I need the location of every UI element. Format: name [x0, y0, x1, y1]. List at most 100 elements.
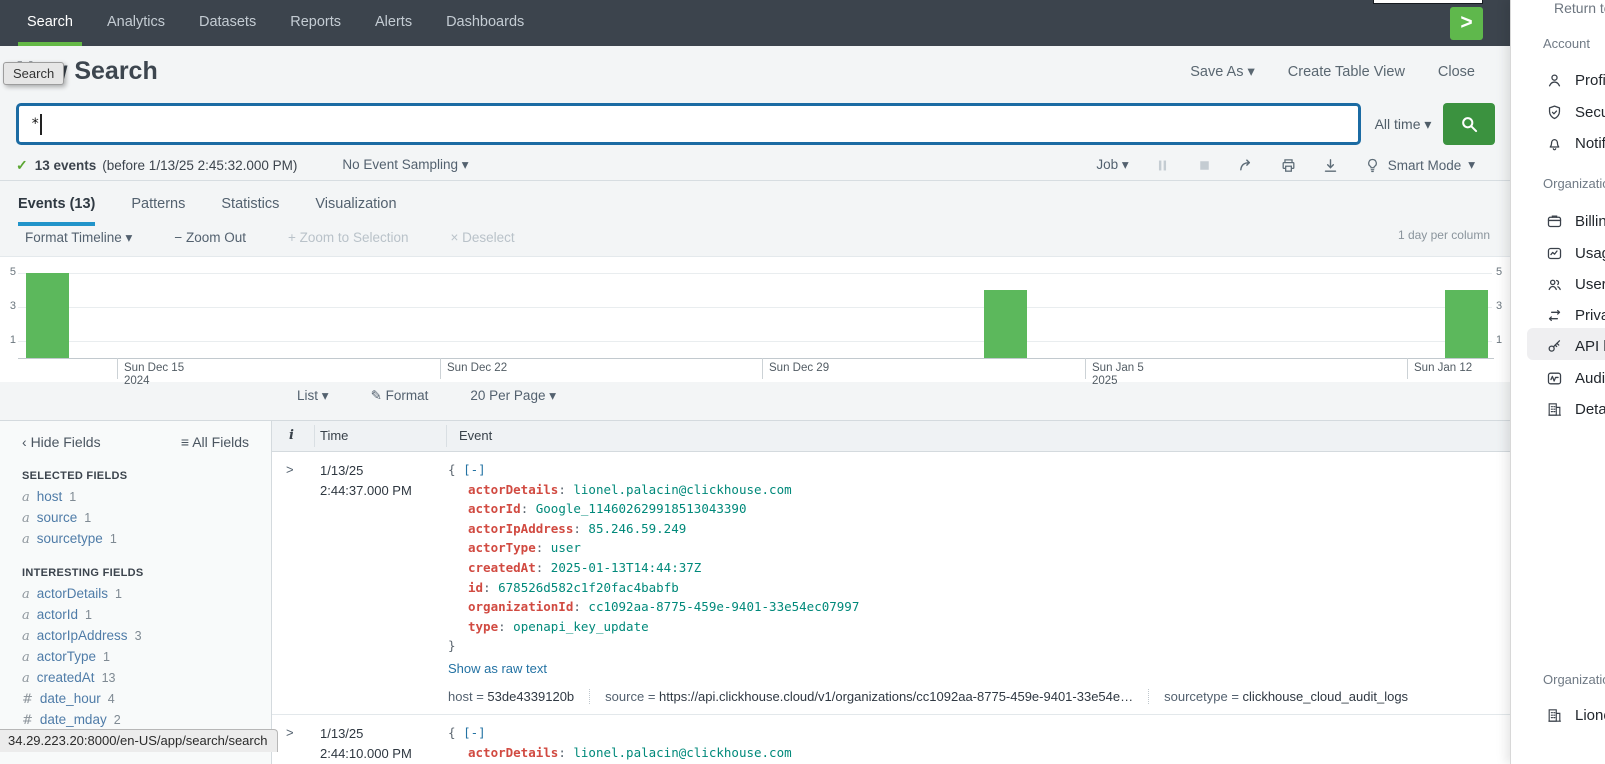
sidebar-item-security[interactable]: Security — [1546, 100, 1605, 124]
show-raw-text-link[interactable]: Show as raw text — [448, 661, 1494, 676]
deselect-button[interactable]: × Deselect — [450, 230, 514, 246]
job-controls: Job ▾ Smart Mode ▾ — [1096, 157, 1475, 174]
all-fields-button[interactable]: ≡ All Fields — [181, 434, 249, 450]
share-icon[interactable] — [1238, 157, 1255, 174]
tab-visualization[interactable]: Visualization — [315, 182, 396, 226]
meta-host[interactable]: host = 53de4339120b — [448, 689, 589, 704]
chevron-down-icon: ▾ — [462, 157, 469, 172]
col-header-info: i — [289, 428, 294, 443]
zoom-to-selection-button[interactable]: + Zoom to Selection — [288, 230, 408, 246]
meta-sourcetype[interactable]: sourcetype = clickhouse_cloud_audit_logs — [1148, 689, 1423, 704]
field-date_hour[interactable]: #date_hour4 — [0, 689, 271, 710]
sampling-dropdown[interactable]: No Event Sampling ▾ — [342, 157, 468, 173]
tab-patterns[interactable]: Patterns — [131, 182, 185, 226]
field-actorIpAddress[interactable]: aactorIpAddress3 — [0, 626, 271, 647]
nav-item-search[interactable]: Search — [10, 0, 90, 46]
splunk-logo-icon[interactable]: > — [1450, 7, 1483, 40]
collapse-json-link[interactable]: [-] — [463, 725, 486, 740]
export-icon[interactable] — [1322, 157, 1339, 174]
json-value[interactable]: openapi_key_update — [513, 619, 648, 634]
zoom-out-button[interactable]: − Zoom Out — [174, 230, 246, 246]
nav-item-reports[interactable]: Reports — [273, 0, 358, 46]
json-value[interactable]: lionel.palacin@clickhouse.com — [573, 482, 791, 497]
sidebar-item-usage[interactable]: Usage — [1546, 241, 1605, 265]
event-timeline-chart: 5 3 1 5 3 1 Sun Dec 152024 Sun Dec 22 Su… — [0, 256, 1510, 382]
sidebar-item-users[interactable]: Users — [1546, 272, 1605, 296]
field-createdAt[interactable]: acreatedAt13 — [0, 668, 271, 689]
save-as-button[interactable]: Save As ▾ — [1190, 64, 1255, 80]
collapse-json-link[interactable]: [-] — [463, 462, 486, 477]
nav-item-dashboards[interactable]: Dashboards — [429, 0, 541, 46]
expand-event-arrow[interactable]: > — [286, 462, 294, 477]
events-table: i Time Event > 1/13/25 2:44:37.000 PM { … — [272, 420, 1510, 764]
json-value[interactable]: 2025-01-13T14:44:37Z — [551, 560, 702, 575]
interesting-fields-title: INTERESTING FIELDS — [22, 567, 249, 579]
column-separator — [446, 425, 447, 447]
per-page-dropdown[interactable]: 20 Per Page ▾ — [470, 388, 556, 404]
event-row: > 1/13/25 2:44:10.000 PM { [-] actorDeta… — [272, 715, 1510, 764]
sidebar-item-api-keys[interactable]: API keys — [1546, 334, 1605, 358]
field-host[interactable]: ahost1 — [0, 487, 271, 508]
format-results-button[interactable]: ✎ Format — [371, 388, 429, 404]
field-sourcetype[interactable]: asourcetype1 — [0, 529, 271, 550]
json-value[interactable]: Google_114602629918513043390 — [536, 501, 747, 516]
column-separator — [314, 425, 315, 447]
return-to-link[interactable]: Return to — [1554, 0, 1605, 16]
fields-sidebar: ‹ Hide Fields ≡ All Fields SELECTED FIEL… — [0, 420, 272, 764]
event-row: > 1/13/25 2:44:37.000 PM { [-] actorDeta… — [272, 452, 1510, 715]
building-icon — [1546, 707, 1563, 724]
sidebar-item-details[interactable]: Details — [1546, 397, 1605, 421]
time-range-picker[interactable]: All time ▾ — [1363, 103, 1443, 145]
timeline-bar[interactable] — [1445, 290, 1488, 358]
field-actorId[interactable]: aactorId1 — [0, 605, 271, 626]
expand-event-arrow[interactable]: > — [286, 725, 294, 740]
timeline-bar[interactable] — [984, 290, 1027, 358]
cloud-settings-panel: Return to Account Profile Security Notif… — [1510, 0, 1605, 764]
json-value[interactable]: lionel.palacin@clickhouse.com — [573, 745, 791, 760]
y-tick-right-1: 1 — [1496, 334, 1508, 346]
field-actorDetails[interactable]: aactorDetails1 — [0, 584, 271, 605]
json-value[interactable]: 85.246.59.249 — [588, 521, 686, 536]
chevron-down-icon: ▾ — [322, 388, 329, 403]
meta-source[interactable]: source = https://api.clickhouse.cloud/v1… — [589, 689, 1148, 704]
x-tick-label: Sun Dec 22 — [447, 362, 507, 375]
nav-item-analytics[interactable]: Analytics — [90, 0, 182, 46]
search-mode-dropdown[interactable]: Smart Mode ▾ — [1364, 157, 1475, 174]
json-value[interactable]: cc1092aa-8775-459e-9401-33e54ec07997 — [588, 599, 859, 614]
sidebar-item-billing[interactable]: Billing — [1546, 209, 1605, 233]
search-query-input[interactable]: * — [16, 103, 1361, 145]
timeline-plot[interactable] — [18, 257, 1492, 358]
events-table-header: i Time Event — [272, 420, 1510, 452]
close-button[interactable]: Close — [1438, 64, 1475, 80]
pencil-icon: ✎ — [371, 388, 382, 403]
timeline-bar[interactable] — [26, 273, 69, 358]
hide-fields-button[interactable]: ‹ Hide Fields — [22, 434, 101, 450]
field-actorType[interactable]: aactorType1 — [0, 647, 271, 668]
sidebar-item-profile[interactable]: Profile — [1546, 68, 1605, 92]
sidebar-item-audit[interactable]: Audit — [1546, 366, 1605, 390]
search-button[interactable] — [1443, 103, 1495, 145]
event-time: 1/13/25 2:44:37.000 PM — [320, 461, 445, 501]
print-icon[interactable] — [1280, 157, 1297, 174]
nav-item-datasets[interactable]: Datasets — [182, 0, 273, 46]
json-value[interactable]: 678526d582c1f20fac4babfb — [498, 580, 679, 595]
view-mode-dropdown[interactable]: List ▾ — [297, 388, 329, 404]
account-section-label: Account — [1543, 36, 1590, 51]
stop-icon[interactable] — [1196, 157, 1213, 174]
job-dropdown[interactable]: Job ▾ — [1096, 157, 1128, 173]
sidebar-item-private-endpoints[interactable]: Private endpoints — [1546, 303, 1605, 327]
sidebar-item-notifications[interactable]: Notifications — [1546, 131, 1605, 155]
tab-statistics[interactable]: Statistics — [221, 182, 279, 226]
event-json: { [-] actorDetails: lionel.palacin@click… — [448, 460, 1494, 656]
list-icon: ≡ — [181, 434, 189, 450]
y-tick-right-3: 3 — [1496, 300, 1508, 312]
create-table-view-button[interactable]: Create Table View — [1288, 64, 1405, 80]
sidebar-item-current-org[interactable]: Lionel — [1546, 703, 1605, 727]
json-value[interactable]: user — [551, 540, 581, 555]
nav-item-alerts[interactable]: Alerts — [358, 0, 429, 46]
field-date_mday[interactable]: #date_mday2 — [0, 710, 271, 731]
field-source[interactable]: asource1 — [0, 508, 271, 529]
format-timeline-dropdown[interactable]: Format Timeline ▾ — [25, 230, 132, 246]
pause-icon[interactable] — [1154, 157, 1171, 174]
tab-events[interactable]: Events (13) — [18, 182, 95, 226]
